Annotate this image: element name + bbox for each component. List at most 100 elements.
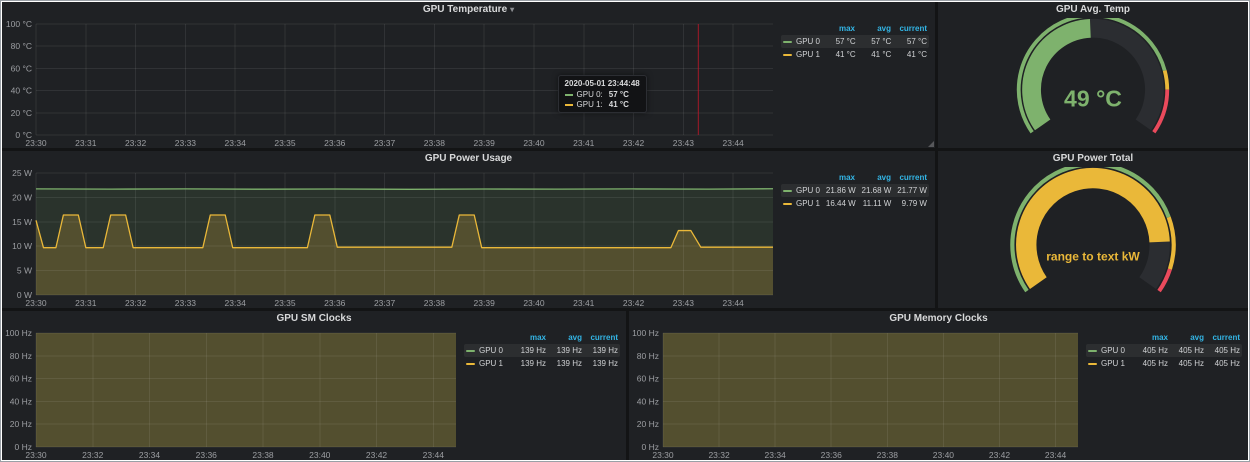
- chevron-down-icon[interactable]: ▾: [510, 5, 514, 14]
- panel-title-text: GPU Memory Clocks: [889, 313, 987, 324]
- svg-text:23:36: 23:36: [821, 450, 843, 460]
- sm-clocks-legend: maxavgcurrentGPU 0139 Hz139 Hz139 HzGPU …: [462, 327, 626, 460]
- svg-text:23:36: 23:36: [196, 450, 218, 460]
- legend-header: maxavgcurrent: [781, 22, 929, 35]
- tooltip-row-gpu1: GPU 1: 41 °C: [565, 100, 640, 109]
- legend-sort-avg[interactable]: avg: [1168, 331, 1204, 344]
- legend-row-gpu1[interactable]: GPU 116.44 W11.11 W9.79 W: [781, 197, 929, 210]
- legend-value: 139 Hz: [582, 357, 618, 370]
- panel-title-gpu-avg-temp[interactable]: GPU Avg. Temp: [938, 2, 1248, 18]
- svg-text:80 Hz: 80 Hz: [10, 351, 32, 361]
- panel-resize-handle[interactable]: [928, 141, 934, 147]
- memory-clocks-chart: 0 Hz20 Hz40 Hz60 Hz80 Hz100 Hz23:3023:32…: [629, 327, 1084, 460]
- legend-sort-current[interactable]: current: [1204, 331, 1240, 344]
- svg-text:23:40: 23:40: [933, 450, 955, 460]
- legend-value: 139 Hz: [510, 357, 546, 370]
- panel-title-text: GPU Power Total: [1053, 153, 1133, 164]
- svg-text:20 Hz: 20 Hz: [10, 419, 32, 429]
- svg-text:23:40: 23:40: [523, 138, 545, 148]
- svg-text:40 Hz: 40 Hz: [10, 396, 32, 406]
- legend-value: 57 °C: [820, 35, 856, 48]
- svg-text:60 Hz: 60 Hz: [637, 374, 659, 384]
- svg-text:40 °C: 40 °C: [11, 86, 32, 96]
- legend-value: 139 Hz: [582, 344, 618, 357]
- series-swatch-icon: [466, 363, 475, 365]
- panel-title-gpu-temperature[interactable]: GPU Temperature▾: [2, 2, 935, 18]
- svg-text:23:35: 23:35: [274, 138, 296, 148]
- svg-text:100 Hz: 100 Hz: [632, 328, 659, 338]
- legend-value: 16.44 W: [820, 197, 856, 210]
- memory-clocks-legend: maxavgcurrentGPU 0405 Hz405 Hz405 HzGPU …: [1084, 327, 1248, 460]
- svg-text:23:38: 23:38: [252, 450, 274, 460]
- svg-text:23:30: 23:30: [25, 450, 47, 460]
- panel-gpu-temperature: GPU Temperature▾ 0 °C20 °C40 °C60 °C80 °…: [2, 2, 935, 148]
- legend-row-gpu1[interactable]: GPU 141 °C41 °C41 °C: [781, 48, 929, 61]
- svg-text:23:41: 23:41: [573, 298, 595, 308]
- legend-value: 139 Hz: [546, 357, 582, 370]
- legend-row-gpu0[interactable]: GPU 0405 Hz405 Hz405 Hz: [1086, 344, 1242, 357]
- legend-row-gpu0[interactable]: GPU 021.86 W21.68 W21.77 W: [781, 184, 929, 197]
- series-swatch-icon: [466, 350, 475, 352]
- series-swatch-icon: [1088, 363, 1097, 365]
- legend-header: maxavgcurrent: [464, 331, 620, 344]
- legend-row-gpu1[interactable]: GPU 1405 Hz405 Hz405 Hz: [1086, 357, 1242, 370]
- crosshair-tooltip: 2020-05-01 23:44:48 GPU 0: 57 °C GPU 1: …: [558, 75, 647, 113]
- svg-text:23:43: 23:43: [673, 298, 695, 308]
- legend-row-gpu0[interactable]: GPU 0139 Hz139 Hz139 Hz: [464, 344, 620, 357]
- svg-text:23:44: 23:44: [1045, 450, 1067, 460]
- svg-text:23:40: 23:40: [309, 450, 331, 460]
- svg-text:23:34: 23:34: [225, 298, 247, 308]
- panel-title-gpu-memory-clocks[interactable]: GPU Memory Clocks: [629, 311, 1248, 327]
- legend-sort-avg[interactable]: avg: [546, 331, 582, 344]
- legend-sort-max[interactable]: max: [819, 171, 855, 184]
- legend-sort-current[interactable]: current: [891, 171, 927, 184]
- sm-clocks-plot-area[interactable]: 0 Hz20 Hz40 Hz60 Hz80 Hz100 Hz23:3023:32…: [2, 327, 462, 460]
- svg-text:23:38: 23:38: [424, 298, 446, 308]
- svg-text:60 °C: 60 °C: [11, 63, 32, 73]
- legend-value: 405 Hz: [1168, 357, 1204, 370]
- memory-clocks-plot-area[interactable]: 0 Hz20 Hz40 Hz60 Hz80 Hz100 Hz23:3023:32…: [629, 327, 1084, 460]
- panel-title-gpu-power-total[interactable]: GPU Power Total: [938, 151, 1248, 167]
- legend-sort-current[interactable]: current: [891, 22, 927, 35]
- svg-text:23:44: 23:44: [423, 450, 445, 460]
- legend-sort-max[interactable]: max: [819, 22, 855, 35]
- power-total-gauge: range to text kW: [938, 167, 1248, 306]
- avg-temp-gauge: 49 °C: [938, 18, 1248, 146]
- panel-gpu-power-total: GPU Power Total range to text kW: [938, 151, 1248, 308]
- svg-text:80 Hz: 80 Hz: [637, 351, 659, 361]
- legend-row-gpu1[interactable]: GPU 1139 Hz139 Hz139 Hz: [464, 357, 620, 370]
- panel-title-gpu-sm-clocks[interactable]: GPU SM Clocks: [2, 311, 626, 327]
- legend-value: 21.77 W: [891, 184, 927, 197]
- gauge-value-text: 49 °C: [1064, 86, 1122, 112]
- series-swatch-icon: [1088, 350, 1097, 352]
- svg-text:23:34: 23:34: [225, 138, 247, 148]
- legend-value: 405 Hz: [1168, 344, 1204, 357]
- legend-sort-max[interactable]: max: [510, 331, 546, 344]
- legend-value: 21.86 W: [820, 184, 856, 197]
- svg-text:23:38: 23:38: [877, 450, 899, 460]
- legend-value: 139 Hz: [510, 344, 546, 357]
- svg-text:20 Hz: 20 Hz: [637, 419, 659, 429]
- legend-sort-max[interactable]: max: [1132, 331, 1168, 344]
- svg-text:20 °C: 20 °C: [11, 108, 32, 118]
- svg-text:23:43: 23:43: [673, 138, 695, 148]
- svg-text:23:42: 23:42: [623, 138, 645, 148]
- legend-sort-current[interactable]: current: [582, 331, 618, 344]
- legend-value: 57 °C: [891, 35, 927, 48]
- gpu0-series-swatch-icon: [565, 94, 573, 96]
- temperature-plot-area[interactable]: 0 °C20 °C40 °C60 °C80 °C100 °C23:3023:31…: [2, 18, 779, 148]
- power-plot-area[interactable]: 0 W5 W10 W15 W20 W25 W23:3023:3123:3223:…: [2, 167, 779, 308]
- legend-value: 405 Hz: [1132, 344, 1168, 357]
- svg-text:15 W: 15 W: [12, 217, 32, 227]
- legend-sort-avg[interactable]: avg: [855, 171, 891, 184]
- panel-title-gpu-power-usage[interactable]: GPU Power Usage: [2, 151, 935, 167]
- panel-gpu-memory-clocks: GPU Memory Clocks 0 Hz20 Hz40 Hz60 Hz80 …: [629, 311, 1248, 460]
- legend-sort-avg[interactable]: avg: [855, 22, 891, 35]
- legend-row-gpu0[interactable]: GPU 057 °C57 °C57 °C: [781, 35, 929, 48]
- panel-title-text: GPU Avg. Temp: [1056, 4, 1130, 15]
- svg-text:23:41: 23:41: [573, 138, 595, 148]
- series-swatch-icon: [783, 203, 792, 205]
- svg-text:23:37: 23:37: [374, 298, 396, 308]
- panel-gpu-power-usage: GPU Power Usage 0 W5 W10 W15 W20 W25 W23…: [2, 151, 935, 308]
- svg-text:23:42: 23:42: [366, 450, 388, 460]
